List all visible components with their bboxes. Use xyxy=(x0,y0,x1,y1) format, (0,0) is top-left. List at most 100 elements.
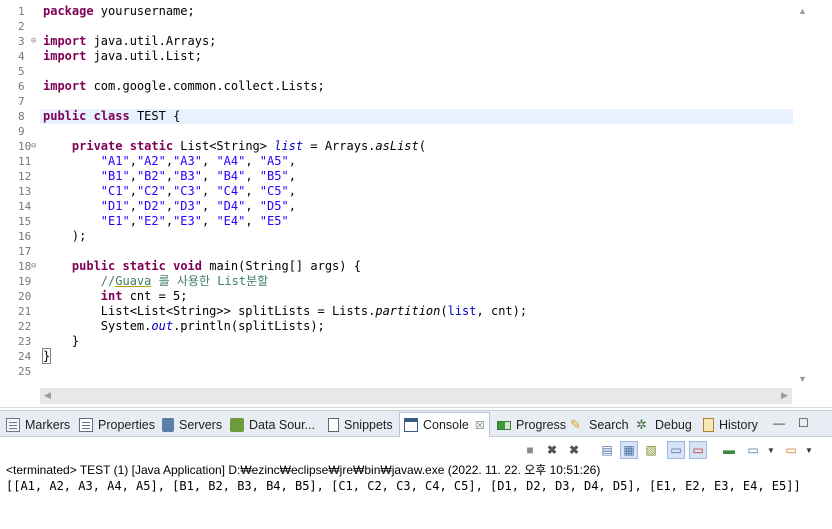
code-line[interactable]: "A1","A2","A3", "A4", "A5", xyxy=(43,154,793,169)
scroll-lock-icon[interactable]: ▦ xyxy=(620,441,638,459)
code-line[interactable] xyxy=(43,94,793,109)
code-token: private xyxy=(71,139,123,153)
fold-toggle-icon[interactable]: ⊖ xyxy=(31,34,36,49)
code-line[interactable] xyxy=(43,124,793,139)
scroll-down-icon[interactable]: ▼ xyxy=(798,374,807,384)
tab-console[interactable]: Console ☒ xyxy=(399,412,490,437)
code-line[interactable]: "C1","C2","C3", "C4", "C5", xyxy=(43,184,793,199)
line-number-text: 2 xyxy=(18,20,25,33)
tab-label: History xyxy=(719,418,758,432)
code-token: "D5" xyxy=(259,199,289,213)
scroll-right-icon[interactable]: ▶ xyxy=(781,390,788,401)
code-line[interactable]: } xyxy=(41,348,793,364)
show-on-stdout-icon[interactable]: ▭ xyxy=(667,441,685,459)
line-number-text: 1 xyxy=(18,5,25,18)
code-editor[interactable]: 1 2 3 ⊖ 4 5 6 7 8 9 10 ⊖ 11 12 13 14 15 16 17 18 ⊖ 19 20 21 22 23… xyxy=(0,0,832,408)
line-number-text: 9 xyxy=(18,125,25,138)
data-source-icon xyxy=(230,418,244,432)
code-line[interactable]: "D1","D2","D3", "D4", "D5", xyxy=(43,199,793,214)
code-line[interactable]: private static List<String> list = Array… xyxy=(43,139,793,154)
code-area[interactable]: package yourusername; import java.util.Ar… xyxy=(40,4,793,379)
code-line[interactable]: import java.util.List; xyxy=(43,49,793,64)
code-token: , xyxy=(129,154,137,168)
code-token: , xyxy=(201,199,217,213)
fold-toggle-icon[interactable]: ⊖ xyxy=(31,139,36,154)
code-line[interactable]: "B1","B2","B3", "B4", "B5", xyxy=(43,169,793,184)
code-line[interactable]: public static void main(String[] args) { xyxy=(43,259,793,274)
tab-snippets[interactable]: Snippets xyxy=(328,414,393,436)
code-line[interactable] xyxy=(43,19,793,34)
code-line[interactable]: public class TEST { xyxy=(40,109,793,124)
tab-history[interactable]: History xyxy=(703,414,758,436)
line-number-text: 24 xyxy=(18,350,32,363)
line-number: 13 xyxy=(0,184,40,199)
pin-console-icon[interactable]: ▬ xyxy=(720,441,738,459)
open-console-icon[interactable]: ▭ xyxy=(782,441,800,459)
tab-servers[interactable]: Servers xyxy=(162,414,222,436)
tab-properties[interactable]: Properties xyxy=(79,414,155,436)
line-number-text: 7 xyxy=(18,95,25,108)
chevron-down-icon[interactable]: ▼ xyxy=(762,441,780,459)
code-line[interactable]: package yourusername; xyxy=(43,4,793,19)
code-line[interactable]: import java.util.Arrays; xyxy=(43,34,793,49)
code-line[interactable]: } xyxy=(43,334,793,349)
clear-console-icon[interactable]: ▤ xyxy=(598,441,616,459)
code-token: yourusername; xyxy=(93,4,195,18)
scroll-up-icon[interactable]: ▲ xyxy=(798,6,807,16)
display-console-icon[interactable]: ▭ xyxy=(744,441,762,459)
fold-toggle-icon[interactable]: ⊖ xyxy=(31,259,36,274)
code-token: import xyxy=(43,49,87,63)
close-tab-icon[interactable]: ☒ xyxy=(475,419,485,432)
code-token: "E4" xyxy=(216,214,246,228)
tab-data-source[interactable]: Data Sour... xyxy=(230,414,315,436)
horizontal-scrollbar[interactable]: ◀ ▶ xyxy=(40,388,792,404)
line-number: 5 xyxy=(0,64,40,79)
scroll-left-icon[interactable]: ◀ xyxy=(44,390,51,401)
tab-progress[interactable]: Progress xyxy=(497,414,566,436)
code-line[interactable] xyxy=(43,64,793,79)
code-line[interactable] xyxy=(43,364,793,379)
code-token: , xyxy=(201,169,217,183)
code-token: "E5" xyxy=(259,214,289,228)
code-line[interactable]: import com.google.common.collect.Lists; xyxy=(43,79,793,94)
word-wrap-icon[interactable]: ▧ xyxy=(642,441,660,459)
code-token: } xyxy=(43,334,80,348)
code-token: , xyxy=(288,199,296,213)
console-output[interactable]: [[A1, A2, A3, A4, A5], [B1, B2, B3, B4, … xyxy=(6,479,801,493)
tab-markers[interactable]: Markers xyxy=(6,414,70,436)
code-token: "C2" xyxy=(136,184,166,198)
code-line[interactable]: "E1","E2","E3", "E4", "E5" xyxy=(43,214,793,229)
code-line[interactable]: ); xyxy=(43,229,793,244)
remove-all-launches-icon[interactable]: ✖ xyxy=(565,441,583,459)
line-number-text: 20 xyxy=(18,290,32,303)
code-token: java.util.Arrays; xyxy=(86,34,217,48)
remove-launch-icon[interactable]: ✖ xyxy=(543,441,561,459)
code-token: TEST { xyxy=(129,109,181,123)
maximize-icon[interactable]: ☐ xyxy=(798,416,809,430)
terminate-icon[interactable]: ■ xyxy=(521,441,539,459)
code-token: , xyxy=(245,199,260,213)
code-line[interactable] xyxy=(43,244,793,259)
tab-label: Progress xyxy=(516,418,567,432)
tab-search[interactable]: ✎ Search xyxy=(570,414,629,436)
code-token: import xyxy=(43,34,87,48)
line-number-text: 4 xyxy=(18,50,25,63)
code-line[interactable]: System.out.println(splitLists); xyxy=(43,319,793,334)
code-line[interactable]: List<List<String>> splitLists = Lists.pa… xyxy=(43,304,793,319)
tab-debug[interactable]: ✲ Debug xyxy=(636,414,692,436)
line-number: 14 xyxy=(0,199,40,214)
show-on-stderr-icon[interactable]: ▭ xyxy=(689,441,707,459)
vertical-scrollbar[interactable]: ▲ ▼ xyxy=(794,4,810,386)
chevron-down-icon[interactable]: ▼ xyxy=(800,441,818,459)
console-scrollbar[interactable] xyxy=(0,506,832,529)
line-number-text: 17 xyxy=(18,245,32,258)
line-number: 11 xyxy=(0,154,40,169)
code-line[interactable]: int cnt = 5; xyxy=(43,289,793,304)
minimize-icon[interactable]: — xyxy=(773,416,785,430)
code-line[interactable]: //Guava 를 사용한 List분할 xyxy=(43,274,793,289)
